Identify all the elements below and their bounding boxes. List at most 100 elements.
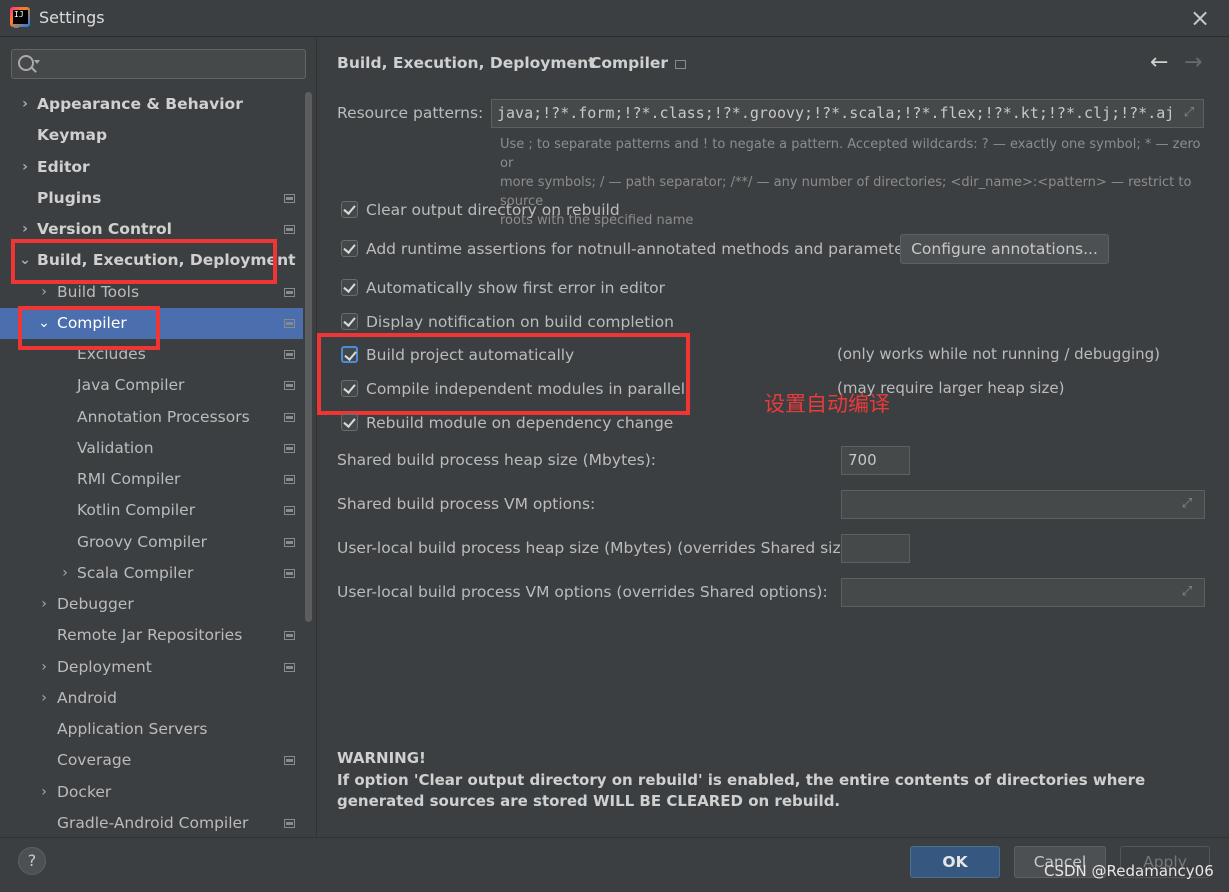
- highlight-box: [18, 306, 160, 350]
- project-settings-icon: [284, 569, 295, 578]
- build-auto-note: (only works while not running / debuggin…: [837, 345, 1161, 363]
- sidebar-item-debugger[interactable]: › Debugger: [0, 589, 303, 620]
- sidebar-item-label: Groovy Compiler: [77, 533, 208, 551]
- project-settings-icon: [284, 538, 295, 547]
- search-input[interactable]: [11, 49, 306, 79]
- sidebar-item-label: Annotation Processors: [77, 408, 250, 426]
- sidebar-item-label: Java Compiler: [77, 376, 185, 394]
- sidebar-item-label: Android: [57, 689, 117, 707]
- sidebar-item-plugins[interactable]: Plugins: [0, 183, 303, 214]
- expand-icon[interactable]: ⤢: [1182, 106, 1196, 120]
- project-settings-icon: [284, 381, 295, 390]
- chevron-right-icon[interactable]: ›: [37, 683, 51, 714]
- resource-patterns-label: Resource patterns:: [337, 104, 484, 122]
- checkbox-checked[interactable]: [341, 240, 358, 257]
- checkbox-checked[interactable]: [341, 380, 358, 397]
- chevron-down-icon[interactable]: [34, 60, 40, 64]
- sidebar-item-deployment[interactable]: › Deployment: [0, 652, 303, 683]
- sidebar-item-label: Debugger: [57, 595, 134, 613]
- breadcrumb-separator: ›: [572, 54, 578, 72]
- project-settings-icon: [284, 631, 295, 640]
- checkbox-checked[interactable]: [341, 201, 358, 218]
- sidebar-item-label: Deployment: [57, 658, 152, 676]
- sidebar-item-label: Kotlin Compiler: [77, 501, 196, 519]
- sidebar-item-android[interactable]: › Android: [0, 683, 303, 714]
- warning-text: If option 'Clear output directory on reb…: [337, 771, 1146, 810]
- checkbox-checked[interactable]: [341, 346, 358, 363]
- close-icon[interactable]: ×: [1186, 4, 1214, 32]
- expand-icon[interactable]: ⤢: [1180, 585, 1194, 599]
- sidebar-item-remote-jar-repositories[interactable]: Remote Jar Repositories: [0, 620, 303, 651]
- annotation-text: 设置自动编译: [764, 392, 890, 416]
- search-icon: [18, 55, 34, 71]
- sidebar-item-editor[interactable]: › Editor: [0, 152, 303, 183]
- project-settings-icon: [284, 194, 295, 203]
- sidebar-item-validation[interactable]: Validation: [0, 433, 303, 464]
- local-vm-input[interactable]: [841, 578, 1205, 607]
- breadcrumb-current: Compiler: [590, 54, 669, 72]
- sidebar-item-label: RMI Compiler: [77, 470, 181, 488]
- intellij-idea-icon: IJ _: [10, 7, 30, 28]
- project-settings-icon: [284, 288, 295, 297]
- local-vm-label: User-local build process VM options (ove…: [337, 583, 828, 601]
- sidebar-item-coverage[interactable]: Coverage: [0, 745, 303, 776]
- sidebar-item-groovy-compiler[interactable]: Groovy Compiler: [0, 527, 303, 558]
- checkbox-checked[interactable]: [341, 279, 358, 296]
- project-settings-icon: [284, 413, 295, 422]
- checkbox-checked[interactable]: [341, 313, 358, 330]
- sidebar-item-label: Keymap: [37, 126, 108, 144]
- sidebar-scrollbar[interactable]: [305, 92, 312, 622]
- project-settings-icon: [284, 663, 295, 672]
- sidebar-item-java-compiler[interactable]: Java Compiler: [0, 370, 303, 401]
- sidebar-item-label: Editor: [37, 158, 90, 176]
- chevron-right-icon[interactable]: ›: [37, 652, 51, 683]
- shared-vm-label: Shared build process VM options:: [337, 495, 596, 513]
- window-title: Settings: [39, 8, 105, 27]
- local-heap-input[interactable]: [841, 534, 910, 563]
- shared-vm-input[interactable]: [841, 490, 1205, 519]
- sidebar-item-label: Scala Compiler: [77, 564, 194, 582]
- configure-annotations-button[interactable]: Configure annotations...: [900, 234, 1109, 264]
- project-settings-icon: [284, 319, 295, 328]
- back-arrow-icon[interactable]: ←: [1150, 50, 1168, 75]
- sidebar-item-label: Plugins: [37, 189, 102, 207]
- sidebar-item-application-servers[interactable]: Application Servers: [0, 714, 303, 745]
- chevron-right-icon[interactable]: ›: [18, 89, 32, 120]
- project-settings-icon: [284, 225, 295, 234]
- ok-button[interactable]: OK: [910, 846, 1000, 878]
- sidebar-item-gradle-android-compiler[interactable]: Gradle-Android Compiler: [0, 808, 303, 836]
- shared-heap-label: Shared build process heap size (Mbytes):: [337, 451, 657, 469]
- sidebar-item-kotlin-compiler[interactable]: Kotlin Compiler: [0, 495, 303, 526]
- help-button[interactable]: ?: [18, 847, 46, 875]
- sidebar-item-annotation-processors[interactable]: Annotation Processors: [0, 402, 303, 433]
- expand-icon[interactable]: ⤢: [1180, 497, 1194, 511]
- project-settings-icon: [675, 60, 686, 69]
- chevron-right-icon[interactable]: ›: [58, 558, 72, 589]
- project-settings-icon: [284, 756, 295, 765]
- warning-title: WARNING!: [337, 749, 426, 767]
- project-settings-icon: [284, 444, 295, 453]
- sidebar-item-label: Coverage: [57, 751, 132, 769]
- sidebar-item-label: Validation: [77, 439, 154, 457]
- sidebar-item-rmi-compiler[interactable]: RMI Compiler: [0, 464, 303, 495]
- sidebar-item-label: Gradle-Android Compiler: [57, 814, 249, 832]
- chevron-right-icon[interactable]: ›: [18, 152, 32, 183]
- sidebar-item-label: Application Servers: [57, 720, 208, 738]
- project-settings-icon: [284, 475, 295, 484]
- sidebar-item-label: Remote Jar Repositories: [57, 626, 243, 644]
- sidebar-item-appearance-behavior[interactable]: › Appearance & Behavior: [0, 89, 303, 120]
- sidebar-item-docker[interactable]: › Docker: [0, 777, 303, 808]
- breadcrumb-parent[interactable]: Build, Execution, Deployment: [337, 54, 596, 72]
- resource-patterns-input[interactable]: java;!?*.form;!?*.class;!?*.groovy;!?*.s…: [491, 99, 1204, 128]
- sidebar-item-label: Appearance & Behavior: [37, 95, 243, 113]
- project-settings-icon: [284, 819, 295, 828]
- chevron-right-icon[interactable]: ›: [37, 589, 51, 620]
- sidebar-item-keymap[interactable]: Keymap: [0, 120, 303, 151]
- highlight-box: [11, 239, 277, 284]
- forward-arrow-icon[interactable]: →: [1184, 50, 1202, 75]
- checkbox-checked[interactable]: [341, 414, 358, 431]
- local-heap-label: User-local build process heap size (Mbyt…: [337, 539, 862, 557]
- sidebar-item-scala-compiler[interactable]: › Scala Compiler: [0, 558, 303, 589]
- shared-heap-input[interactable]: 700: [841, 446, 910, 475]
- chevron-right-icon[interactable]: ›: [37, 777, 51, 808]
